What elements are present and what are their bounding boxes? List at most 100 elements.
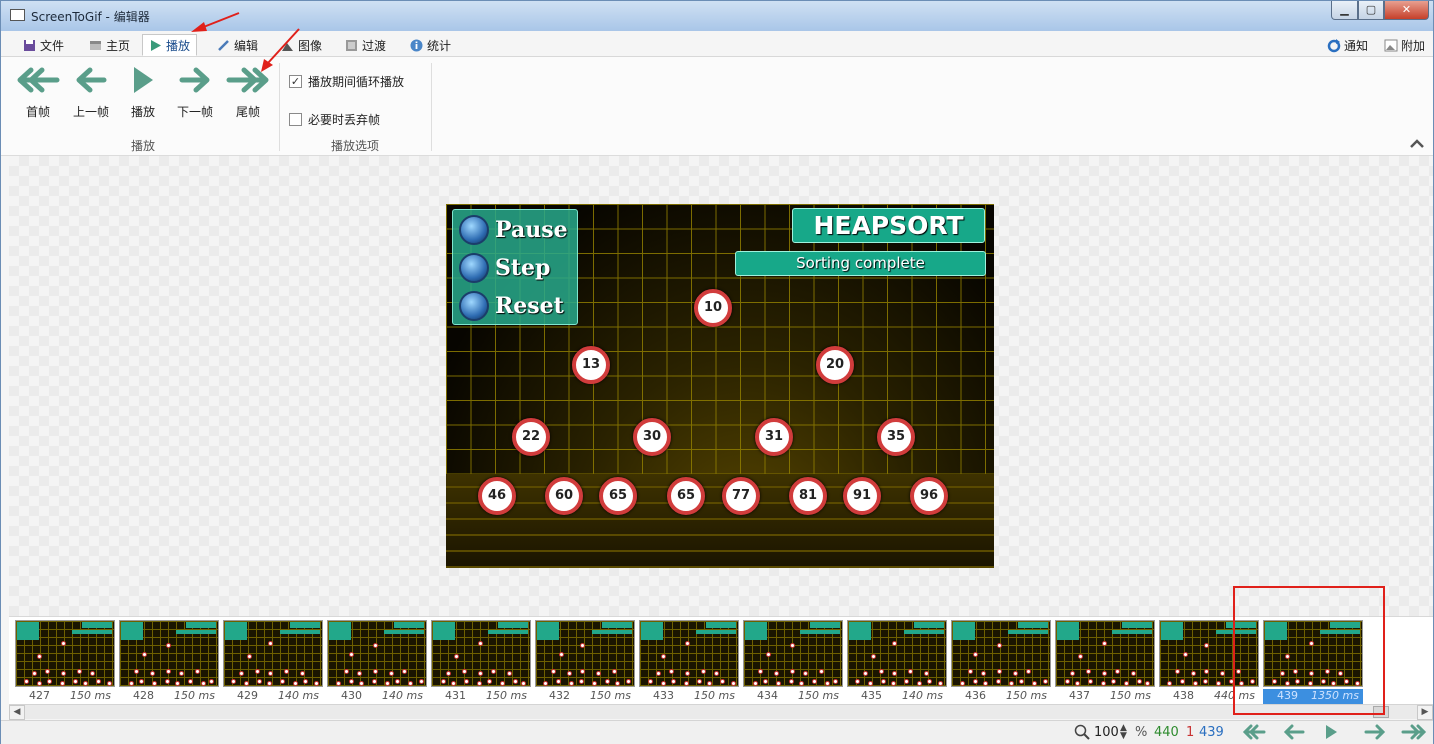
info-icon: [410, 39, 423, 52]
ribbon-panel: 首帧 上一帧 播放 下一帧 尾帧 播放 ✓ 播放期间循环播放 必要时丢弃帧 播放…: [1, 57, 1433, 156]
tab-statistics-label: 统计: [427, 38, 452, 53]
frame-meta: 434 150 ms: [743, 689, 843, 704]
frame-thumbnail-image: [639, 620, 739, 687]
frame-thumbnail[interactable]: 434 150 ms: [743, 620, 843, 704]
heap-node: 10: [694, 289, 732, 327]
title-bar: ScreenToGif - 编辑器 ▁ ▢ ✕: [1, 1, 1433, 31]
frame-delay: 150 ms: [1006, 689, 1047, 702]
frame-thumbnail[interactable]: 437 150 ms: [1055, 620, 1155, 704]
current-frame: 439: [1199, 725, 1224, 740]
tab-playback-label: 播放: [166, 38, 191, 53]
frame-thumbnail[interactable]: 428 150 ms: [119, 620, 219, 704]
highlight-annotation: [1233, 586, 1385, 715]
frame-list-scrollbar[interactable]: ◀ ▶: [9, 704, 1433, 720]
selected-frames: 1: [1186, 725, 1195, 740]
play-icon: [149, 39, 162, 52]
checkbox-unchecked-icon: [289, 113, 302, 126]
frame-thumbnail-image: [223, 620, 323, 687]
frame-number: 435: [861, 689, 882, 702]
zoom-stepper[interactable]: ▲ ▼: [1120, 724, 1127, 741]
tab-file[interactable]: 文件: [17, 34, 70, 56]
tab-statistics[interactable]: 统计: [404, 34, 457, 56]
frame-delay: 150 ms: [70, 689, 111, 702]
last-frame-icon: [1401, 724, 1427, 740]
previous-frame-icon: [76, 67, 107, 93]
zoom-value[interactable]: 100: [1094, 725, 1119, 740]
frame-thumbnail-image: [535, 620, 635, 687]
frame-thumbnail-image: [431, 620, 531, 687]
previous-frame-button[interactable]: 上一帧: [68, 65, 114, 120]
frame-meta: 430 140 ms: [327, 689, 427, 704]
attach-label: 附加: [1401, 38, 1426, 53]
collapse-ribbon-button[interactable]: [1409, 137, 1425, 152]
home-icon: [89, 39, 102, 52]
frame-thumbnail[interactable]: 429 140 ms: [223, 620, 323, 704]
last-frame-button[interactable]: 尾帧: [225, 65, 271, 120]
frame-meta: 431 150 ms: [431, 689, 531, 704]
tab-image[interactable]: 图像: [275, 34, 328, 56]
frame-thumbnail[interactable]: 431 150 ms: [431, 620, 531, 704]
status-next-frame-button[interactable]: [1362, 724, 1386, 743]
frame-delay: 140 ms: [278, 689, 319, 702]
scroll-left-button[interactable]: ◀: [9, 705, 25, 720]
close-button[interactable]: ✕: [1384, 1, 1429, 20]
notify-button[interactable]: 通知: [1321, 34, 1374, 56]
frame-number: 431: [445, 689, 466, 702]
frame-thumbnail-image: [1055, 620, 1155, 687]
scroll-right-button[interactable]: ▶: [1417, 705, 1433, 720]
maximize-button[interactable]: ▢: [1358, 1, 1384, 20]
tab-edit[interactable]: 编辑: [211, 34, 264, 56]
frame-thumbnail[interactable]: 432 150 ms: [535, 620, 635, 704]
tab-playback[interactable]: 播放: [142, 34, 198, 56]
frame-meta: 432 150 ms: [535, 689, 635, 704]
heapsort-title: HEAPSORT: [792, 208, 985, 243]
frame-thumbnail-image: [327, 620, 427, 687]
tab-file-label: 文件: [40, 38, 65, 53]
tab-transition[interactable]: 过渡: [339, 34, 392, 56]
frame-meta: 428 150 ms: [119, 689, 219, 704]
status-play-button[interactable]: [1323, 724, 1339, 743]
play-button[interactable]: 播放: [120, 65, 166, 120]
next-frame-icon: [179, 67, 210, 93]
reset-control: Reset: [459, 291, 564, 321]
tab-image-label: 图像: [298, 38, 323, 53]
previous-frame-label: 上一帧: [72, 105, 109, 119]
playback-group-label: 播放: [131, 139, 156, 153]
status-first-frame-button[interactable]: [1242, 724, 1266, 743]
frame-delay: 150 ms: [798, 689, 839, 702]
frame-thumbnail[interactable]: 435 140 ms: [847, 620, 947, 704]
frame-meta: 433 150 ms: [639, 689, 739, 704]
drop-frames-checkbox[interactable]: 必要时丢弃帧: [289, 111, 380, 128]
first-frame-icon: [1242, 724, 1266, 740]
heap-node: 22: [512, 418, 550, 456]
attach-button[interactable]: 附加: [1378, 34, 1431, 56]
heap-node: 65: [667, 477, 705, 515]
frame-meta: 437 150 ms: [1055, 689, 1155, 704]
loop-playback-checkbox[interactable]: ✓ 播放期间循环播放: [289, 73, 404, 90]
frame-thumbnail[interactable]: 430 140 ms: [327, 620, 427, 704]
heap-node: 96: [910, 477, 948, 515]
heap-node: 31: [755, 418, 793, 456]
frame-delay: 150 ms: [486, 689, 527, 702]
status-last-frame-button[interactable]: [1401, 724, 1427, 743]
next-frame-button[interactable]: 下一帧: [172, 65, 218, 120]
first-frame-button[interactable]: 首帧: [15, 65, 61, 120]
playback-options-group-label: 播放选项: [331, 139, 380, 153]
heap-node: 81: [789, 477, 827, 515]
minimize-button[interactable]: ▁: [1331, 1, 1358, 20]
frame-thumbnail[interactable]: 433 150 ms: [639, 620, 739, 704]
total-frames: 440: [1154, 725, 1179, 740]
step-control: Step: [459, 253, 550, 283]
frame-thumbnail[interactable]: 436 150 ms: [951, 620, 1051, 704]
image-icon: [281, 39, 294, 52]
window-title: ScreenToGif - 编辑器: [31, 10, 150, 24]
zoom-percent: %: [1135, 725, 1148, 740]
frame-thumbnail[interactable]: 427 150 ms: [15, 620, 115, 704]
tab-home-label: 主页: [106, 38, 131, 53]
frame-number: 434: [757, 689, 778, 702]
tab-edit-label: 编辑: [234, 38, 259, 53]
frame-delay: 150 ms: [590, 689, 631, 702]
frame-number: 429: [237, 689, 258, 702]
status-previous-frame-button[interactable]: [1283, 724, 1307, 743]
tab-home[interactable]: 主页: [83, 34, 136, 56]
